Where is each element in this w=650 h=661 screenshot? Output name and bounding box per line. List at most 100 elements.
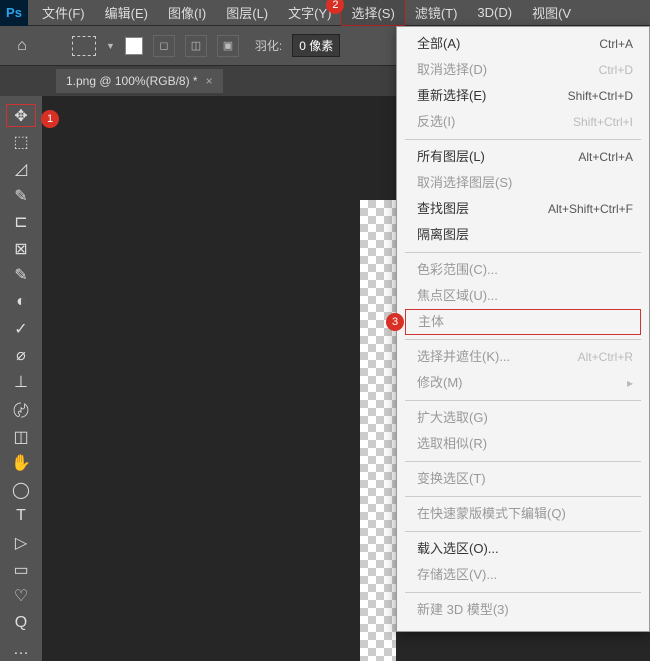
- menu-item-2[interactable]: 重新选择(E) Shift+Ctrl+D: [397, 83, 649, 109]
- type-tool[interactable]: T: [6, 505, 36, 528]
- fill-swatch[interactable]: [125, 37, 143, 55]
- menu-item-label: 所有图层(L): [417, 147, 485, 167]
- menu-item-shortcut: Ctrl+A: [599, 34, 633, 54]
- mode-icon-1[interactable]: ◻: [153, 35, 175, 57]
- history-brush-tool[interactable]: ⊥: [6, 371, 36, 394]
- menu-item-25: 存储选区(V)...: [397, 562, 649, 588]
- menu-item-15: 修改(M) ▸: [397, 370, 649, 396]
- gradient-tool[interactable]: ◫: [6, 425, 36, 448]
- menu-item-0[interactable]: 全部(A) Ctrl+A: [397, 31, 649, 57]
- menu-item-shortcut: Shift+Ctrl+D: [568, 86, 633, 106]
- menu-item-5[interactable]: 所有图层(L) Alt+Ctrl+A: [397, 144, 649, 170]
- menu-item-label: 色彩范围(C)...: [417, 260, 498, 280]
- menu-item-shortcut: Alt+Ctrl+A: [578, 147, 633, 167]
- menu-separator: [405, 496, 641, 497]
- menu-filter[interactable]: 滤镜(T): [405, 0, 468, 26]
- app-icon: Ps: [0, 0, 28, 26]
- menu-view[interactable]: 视图(V: [522, 0, 581, 26]
- pen-tool[interactable]: ▷: [6, 532, 36, 555]
- marquee-preview-icon[interactable]: [72, 36, 96, 56]
- eyedropper-tool[interactable]: ✎: [6, 264, 36, 287]
- menu-3d[interactable]: 3D(D): [467, 1, 522, 24]
- stamp-tool[interactable]: ⌀: [6, 344, 36, 367]
- menu-item-label: 取消选择(D): [417, 60, 487, 80]
- menu-item-3: 反选(I) Shift+Ctrl+I: [397, 109, 649, 135]
- menu-item-8[interactable]: 隔离图层: [397, 222, 649, 248]
- document-title: 1.png @ 100%(RGB/8) *: [66, 74, 198, 88]
- magic-wand-tool[interactable]: ✎: [6, 184, 36, 207]
- eraser-tool[interactable]: 〄: [6, 397, 36, 421]
- lasso-tool[interactable]: ◿: [6, 158, 36, 181]
- menu-select[interactable]: 选择(S) 2: [341, 0, 404, 26]
- menu-layer[interactable]: 图层(L): [216, 0, 278, 26]
- close-icon[interactable]: ×: [206, 74, 213, 88]
- tool-column: ✥ 1 ⬚ ◿ ✎ ⊏ ⊠ ✎ ◐ ✓ ⌀ ⊥ 〄 ◫ ✋ ◯ T ▷ ▭ ♡ …: [0, 96, 42, 661]
- menu-separator: [405, 139, 641, 140]
- menu-item-24[interactable]: 载入选区(O)...: [397, 536, 649, 562]
- menu-separator: [405, 400, 641, 401]
- menu-item-6: 取消选择图层(S): [397, 170, 649, 196]
- mode-icon-2[interactable]: ◫: [185, 35, 207, 57]
- menu-item-label: 重新选择(E): [417, 86, 486, 106]
- menu-item-label: 变换选区(T): [417, 469, 486, 489]
- blur-tool[interactable]: ✋: [6, 452, 36, 475]
- transparency-checker: [360, 200, 396, 661]
- more-tools[interactable]: …: [6, 638, 36, 661]
- menu-item-label: 主体: [418, 312, 444, 332]
- hand-tool[interactable]: ♡: [6, 585, 36, 608]
- mode-icon-3[interactable]: ▣: [217, 35, 239, 57]
- document-tab[interactable]: 1.png @ 100%(RGB/8) * ×: [56, 69, 223, 93]
- menu-item-shortcut: Shift+Ctrl+I: [573, 112, 633, 132]
- chevron-down-icon[interactable]: ▼: [106, 41, 115, 51]
- menu-item-label: 新建 3D 模型(3): [417, 600, 509, 620]
- menu-separator: [405, 592, 641, 593]
- annotation-marker-2: 2: [326, 0, 344, 14]
- marquee-tool[interactable]: ⬚: [6, 131, 36, 154]
- frame-tool[interactable]: ⊠: [6, 238, 36, 261]
- home-icon[interactable]: ⌂: [8, 37, 36, 55]
- menu-item-shortcut: Alt+Shift+Ctrl+F: [548, 199, 633, 219]
- menu-item-label: 隔离图层: [417, 225, 469, 245]
- move-tool[interactable]: ✥ 1: [6, 104, 36, 127]
- menu-item-label: 选取相似(R): [417, 434, 487, 454]
- menu-file[interactable]: 文件(F): [32, 0, 95, 26]
- feather-label: 羽化:: [255, 37, 282, 54]
- healing-tool[interactable]: ◐: [6, 291, 36, 314]
- menu-item-label: 载入选区(O)...: [417, 539, 499, 559]
- menu-item-label: 存储选区(V)...: [417, 565, 497, 585]
- annotation-marker-1: 1: [41, 110, 59, 128]
- crop-tool[interactable]: ⊏: [6, 211, 36, 234]
- menu-separator: [405, 339, 641, 340]
- menu-item-label: 反选(I): [417, 112, 455, 132]
- menu-separator: [405, 531, 641, 532]
- brush-tool[interactable]: ✓: [6, 317, 36, 340]
- shape-tool[interactable]: ▭: [6, 558, 36, 581]
- menu-item-shortcut: Ctrl+D: [599, 60, 633, 80]
- menu-separator: [405, 461, 641, 462]
- menu-item-label: 扩大选取(G): [417, 408, 488, 428]
- move-tool-icon: ✥: [14, 106, 27, 126]
- menu-item-14: 选择并遮住(K)...Alt+Ctrl+R: [397, 344, 649, 370]
- menu-item-label: 查找图层: [417, 199, 469, 219]
- menu-item-label: 全部(A): [417, 34, 460, 54]
- menu-item-12: 主体3: [405, 309, 641, 335]
- menu-item-18: 选取相似(R): [397, 431, 649, 457]
- menu-item-10: 色彩范围(C)...: [397, 257, 649, 283]
- menu-item-label: 焦点区域(U)...: [417, 286, 498, 306]
- menu-item-7[interactable]: 查找图层 Alt+Shift+Ctrl+F: [397, 196, 649, 222]
- menubar: Ps 文件(F) 编辑(E) 图像(I) 图层(L) 文字(Y) 选择(S) 2…: [0, 0, 650, 26]
- select-menu-dropdown: 全部(A) Ctrl+A 取消选择(D) Ctrl+D 重新选择(E) Shift+Ctr…: [396, 26, 650, 632]
- menu-item-20: 变换选区(T): [397, 466, 649, 492]
- dodge-tool[interactable]: ◯: [6, 479, 36, 502]
- menu-item-label: 取消选择图层(S): [417, 173, 512, 193]
- menu-item-17: 扩大选取(G): [397, 405, 649, 431]
- menu-item-1: 取消选择(D) Ctrl+D: [397, 57, 649, 83]
- zoom-tool[interactable]: Q: [6, 612, 36, 635]
- feather-input[interactable]: 0 像素: [292, 34, 340, 57]
- annotation-marker-3: 3: [386, 313, 404, 331]
- menu-image[interactable]: 图像(I): [158, 0, 216, 26]
- menu-edit[interactable]: 编辑(E): [95, 0, 158, 26]
- menu-select-label: 选择(S): [351, 6, 394, 21]
- menu-item-shortcut: ▸: [627, 373, 633, 393]
- menu-item-label: 修改(M): [417, 373, 463, 393]
